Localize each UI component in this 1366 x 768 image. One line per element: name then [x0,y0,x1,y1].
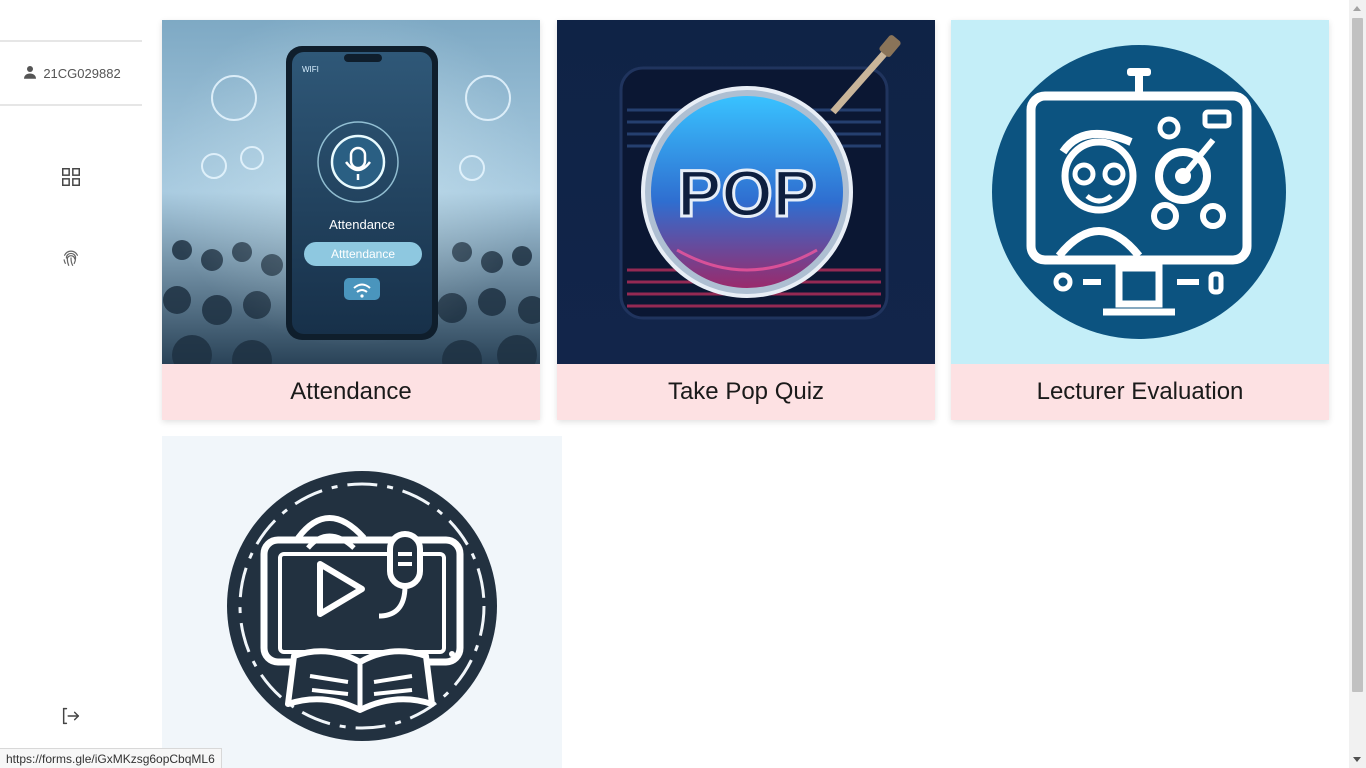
page-scrollbar[interactable] [1349,0,1366,768]
card-label: Take Pop Quiz [667,378,825,405]
sidebar: 21CG029882 [0,0,142,768]
scroll-up-arrow-icon[interactable] [1353,6,1361,11]
scroll-down-arrow-icon[interactable] [1353,757,1361,762]
phone-attendance-title: Attendance [329,217,395,232]
phone-wifi-text: WIFI [302,65,319,74]
user-id: 21CG029882 [43,65,121,81]
attendance-illustration: WIFI Attendance Atttendance [162,20,540,364]
fingerprint-icon[interactable] [59,246,83,270]
pop-quiz-illustration: POP [557,20,935,364]
pop-text: POP [677,156,816,230]
person-icon [21,63,39,84]
dashboard-grid-icon[interactable] [59,165,83,189]
user-profile[interactable]: 21CG029882 [0,40,142,106]
media-learning-card[interactable] [162,436,562,768]
status-bar-url: https://forms.gle/iGxMKzsg6opCbqML6 [0,748,222,768]
pop-quiz-card[interactable]: POP Take Pop Quiz [557,20,935,420]
lecturer-evaluation-card[interactable]: Lecturer Evaluation [951,20,1329,420]
card-label: Lecturer Evaluation [1036,378,1244,405]
main-content: WIFI Attendance Atttendance Attendance P… [162,20,1330,768]
phone-attendance-button: Atttendance [331,247,395,261]
media-learning-illustration [227,471,497,741]
scrollbar-thumb[interactable] [1352,18,1363,692]
logout-icon[interactable] [59,704,83,728]
attendance-card[interactable]: WIFI Attendance Atttendance Attendance [162,20,540,420]
card-label: Attendance [290,378,412,405]
lecturer-evaluation-illustration [951,20,1329,364]
